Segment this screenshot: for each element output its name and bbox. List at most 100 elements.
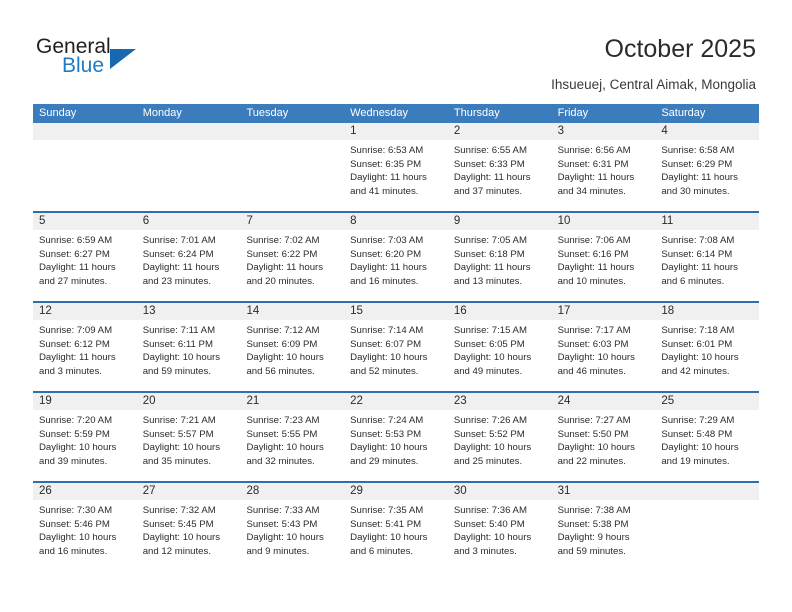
day-number: 5: [33, 213, 137, 230]
day-cell[interactable]: 5 Sunrise: 6:59 AM Sunset: 6:27 PM Daylight…: [33, 213, 137, 301]
day-cell[interactable]: 29 Sunrise: 7:35 AM Sunset: 5:41 PM Dayligh…: [344, 483, 448, 571]
day-cell[interactable]: 26 Sunrise: 7:30 AM Sunset: 5:46 PM Dayligh…: [33, 483, 137, 571]
daylight-text-line1: Daylight: 10 hours: [142, 442, 221, 453]
day-cell[interactable]: 4 Sunrise: 6:58 AM Sunset: 6:29 PM Daylight…: [655, 123, 760, 211]
day-cell[interactable]: 1 Sunrise: 6:53 AM Sunset: 6:35 PM Daylight…: [344, 123, 448, 211]
sunrise-text: Sunrise: 7:23 AM: [246, 415, 320, 426]
day-cell[interactable]: 3 Sunrise: 6:56 AM Sunset: 6:31 PM Daylight…: [551, 123, 656, 211]
sunset-text: Sunset: 5:57 PM: [142, 428, 214, 440]
day-cell[interactable]: 11 Sunrise: 7:08 AM Sunset: 6:14 PM Dayligh…: [655, 213, 760, 301]
day-cell[interactable]: 9 Sunrise: 7:05 AM Sunset: 6:18 PM Daylight…: [447, 213, 552, 301]
day-number: 15: [344, 303, 448, 320]
day-number: 24: [551, 393, 656, 410]
day-details: Sunrise: 7:09 AM Sunset: 6:12 PM Daylight:…: [33, 320, 137, 384]
page-header: General Blue October 2025 Ihsueuej, Cent…: [0, 0, 792, 100]
sunset-text: Sunset: 6:14 PM: [661, 248, 733, 260]
day-details: Sunrise: 7:35 AM Sunset: 5:41 PM Daylight:…: [344, 500, 448, 564]
day-cell[interactable]: 14 Sunrise: 7:12 AM Sunset: 6:09 PM Dayligh…: [240, 303, 345, 391]
day-details: Sunrise: 7:29 AM Sunset: 5:48 PM Daylight:…: [655, 410, 759, 474]
daylight-text-line1: Daylight: 10 hours: [557, 352, 635, 363]
day-details: Sunrise: 7:01 AM Sunset: 6:24 PM Daylight:…: [137, 230, 241, 294]
weekday-header-wednesday: Wednesday: [350, 107, 409, 119]
day-cell[interactable]: 28 Sunrise: 7:33 AM Sunset: 5:43 PM Dayligh…: [240, 483, 345, 571]
day-cell[interactable]: 31 Sunrise: 7:38 AM Sunset: 5:38 PM Dayligh…: [551, 483, 656, 571]
day-cell[interactable]: 18 Sunrise: 7:18 AM Sunset: 6:01 PM Dayligh…: [655, 303, 760, 391]
daylight-text-line2: and 16 minutes.: [39, 545, 108, 557]
sunset-text: Sunset: 6:33 PM: [453, 158, 525, 170]
day-cell[interactable]: 12 Sunrise: 7:09 AM Sunset: 6:12 PM Dayligh…: [33, 303, 137, 391]
sunrise-text: Sunrise: 7:36 AM: [453, 505, 527, 516]
day-cell[interactable]: 6 Sunrise: 7:01 AM Sunset: 6:24 PM Daylight…: [136, 213, 241, 301]
day-details: Sunrise: 7:30 AM Sunset: 5:46 PM Daylight:…: [33, 500, 137, 564]
day-number: 14: [240, 303, 345, 320]
day-details: Sunrise: 7:26 AM Sunset: 5:52 PM Daylight:…: [448, 410, 552, 474]
brand-logo[interactable]: General Blue: [36, 36, 146, 84]
day-cell[interactable]: 10 Sunrise: 7:06 AM Sunset: 6:16 PM Dayligh…: [551, 213, 656, 301]
sunrise-text: Sunrise: 7:24 AM: [350, 415, 424, 426]
daylight-text-line1: Daylight: 11 hours: [39, 262, 116, 273]
day-cell[interactable]: 17 Sunrise: 7:17 AM Sunset: 6:03 PM Dayligh…: [551, 303, 656, 391]
daylight-text-line1: Daylight: 10 hours: [246, 352, 324, 363]
daylight-text-line1: Daylight: 10 hours: [350, 442, 428, 453]
daylight-text-line2: and 22 minutes.: [557, 455, 626, 467]
day-cell[interactable]: 8 Sunrise: 7:03 AM Sunset: 6:20 PM Daylight…: [344, 213, 448, 301]
weekday-header-sunday: Sunday: [39, 107, 77, 119]
sunset-text: Sunset: 5:43 PM: [246, 518, 318, 530]
day-number: 10: [551, 213, 656, 230]
daylight-text-line2: and 52 minutes.: [350, 365, 419, 377]
daylight-text-line2: and 12 minutes.: [142, 545, 211, 557]
day-details: Sunrise: 7:32 AM Sunset: 5:45 PM Daylight:…: [137, 500, 241, 564]
sunrise-text: Sunrise: 7:11 AM: [142, 325, 216, 336]
sunset-text: Sunset: 6:18 PM: [453, 248, 525, 260]
sunset-text: Sunset: 6:01 PM: [661, 338, 733, 350]
sunrise-text: Sunrise: 7:27 AM: [557, 415, 631, 426]
sunset-text: Sunset: 5:53 PM: [350, 428, 422, 440]
weekday-header-friday: Friday: [557, 107, 589, 119]
day-cell[interactable]: 7 Sunrise: 7:02 AM Sunset: 6:22 PM Daylight…: [240, 213, 345, 301]
daylight-text-line1: Daylight: 10 hours: [142, 352, 221, 363]
day-cell[interactable]: 19 Sunrise: 7:20 AM Sunset: 5:59 PM Dayligh…: [33, 393, 137, 481]
day-cell[interactable]: 13 Sunrise: 7:11 AM Sunset: 6:11 PM Dayligh…: [136, 303, 241, 391]
day-details: Sunrise: 7:02 AM Sunset: 6:22 PM Daylight:…: [240, 230, 344, 294]
sunrise-text: Sunrise: 7:03 AM: [350, 235, 424, 246]
day-number: 12: [33, 303, 137, 320]
day-cell[interactable]: 27 Sunrise: 7:32 AM Sunset: 5:45 PM Dayligh…: [136, 483, 241, 571]
daylight-text-line1: Daylight: 11 hours: [453, 262, 531, 273]
daylight-text-line2: and 13 minutes.: [453, 275, 523, 287]
day-number: [33, 123, 137, 140]
day-cell[interactable]: 25 Sunrise: 7:29 AM Sunset: 5:48 PM Dayligh…: [655, 393, 760, 481]
daylight-text-line1: Daylight: 11 hours: [350, 172, 427, 183]
sunset-text: Sunset: 5:41 PM: [350, 518, 422, 530]
sunrise-text: Sunrise: 7:35 AM: [350, 505, 424, 516]
day-cell[interactable]: 30 Sunrise: 7:36 AM Sunset: 5:40 PM Dayligh…: [447, 483, 552, 571]
day-cell[interactable]: 20 Sunrise: 7:21 AM Sunset: 5:57 PM Dayligh…: [136, 393, 241, 481]
daylight-text-line1: Daylight: 10 hours: [661, 352, 739, 363]
day-details: Sunrise: 6:58 AM Sunset: 6:29 PM Daylight:…: [655, 140, 759, 204]
daylight-text-line1: Daylight: 11 hours: [661, 262, 738, 273]
brand-name-bottom: Blue: [62, 54, 105, 77]
daylight-text-line2: and 30 minutes.: [661, 185, 730, 197]
day-cell[interactable]: 15 Sunrise: 7:14 AM Sunset: 6:07 PM Dayligh…: [344, 303, 448, 391]
sunset-text: Sunset: 6:31 PM: [557, 158, 629, 170]
day-cell[interactable]: 16 Sunrise: 7:15 AM Sunset: 6:05 PM Dayligh…: [447, 303, 552, 391]
sunset-text: Sunset: 5:52 PM: [453, 428, 525, 440]
sunrise-text: Sunrise: 7:12 AM: [246, 325, 320, 336]
day-number: 1: [344, 123, 448, 140]
sunrise-text: Sunrise: 7:26 AM: [453, 415, 527, 426]
daylight-text-line2: and 35 minutes.: [142, 455, 211, 467]
day-cell[interactable]: 24 Sunrise: 7:27 AM Sunset: 5:50 PM Dayligh…: [551, 393, 656, 481]
calendar-week-row: 5 Sunrise: 6:59 AM Sunset: 6:27 PM Daylight…: [33, 211, 760, 301]
calendar-week-row: 12 Sunrise: 7:09 AM Sunset: 6:12 PM Dayligh…: [33, 301, 760, 391]
weekday-header-monday: Monday: [142, 107, 182, 119]
day-number: 6: [136, 213, 241, 230]
day-cell[interactable]: 21 Sunrise: 7:23 AM Sunset: 5:55 PM Dayligh…: [240, 393, 345, 481]
day-number: 18: [655, 303, 760, 320]
day-details: Sunrise: 7:21 AM Sunset: 5:57 PM Daylight:…: [137, 410, 241, 474]
day-cell[interactable]: 2 Sunrise: 6:55 AM Sunset: 6:33 PM Daylight…: [447, 123, 552, 211]
day-cell[interactable]: 22 Sunrise: 7:24 AM Sunset: 5:53 PM Dayligh…: [344, 393, 448, 481]
day-details: Sunrise: 7:27 AM Sunset: 5:50 PM Daylight:…: [552, 410, 656, 474]
daylight-text-line1: Daylight: 10 hours: [350, 352, 428, 363]
day-cell[interactable]: 23 Sunrise: 7:26 AM Sunset: 5:52 PM Dayligh…: [447, 393, 552, 481]
day-number: 20: [136, 393, 241, 410]
weekday-header-tuesday: Tuesday: [246, 107, 289, 119]
